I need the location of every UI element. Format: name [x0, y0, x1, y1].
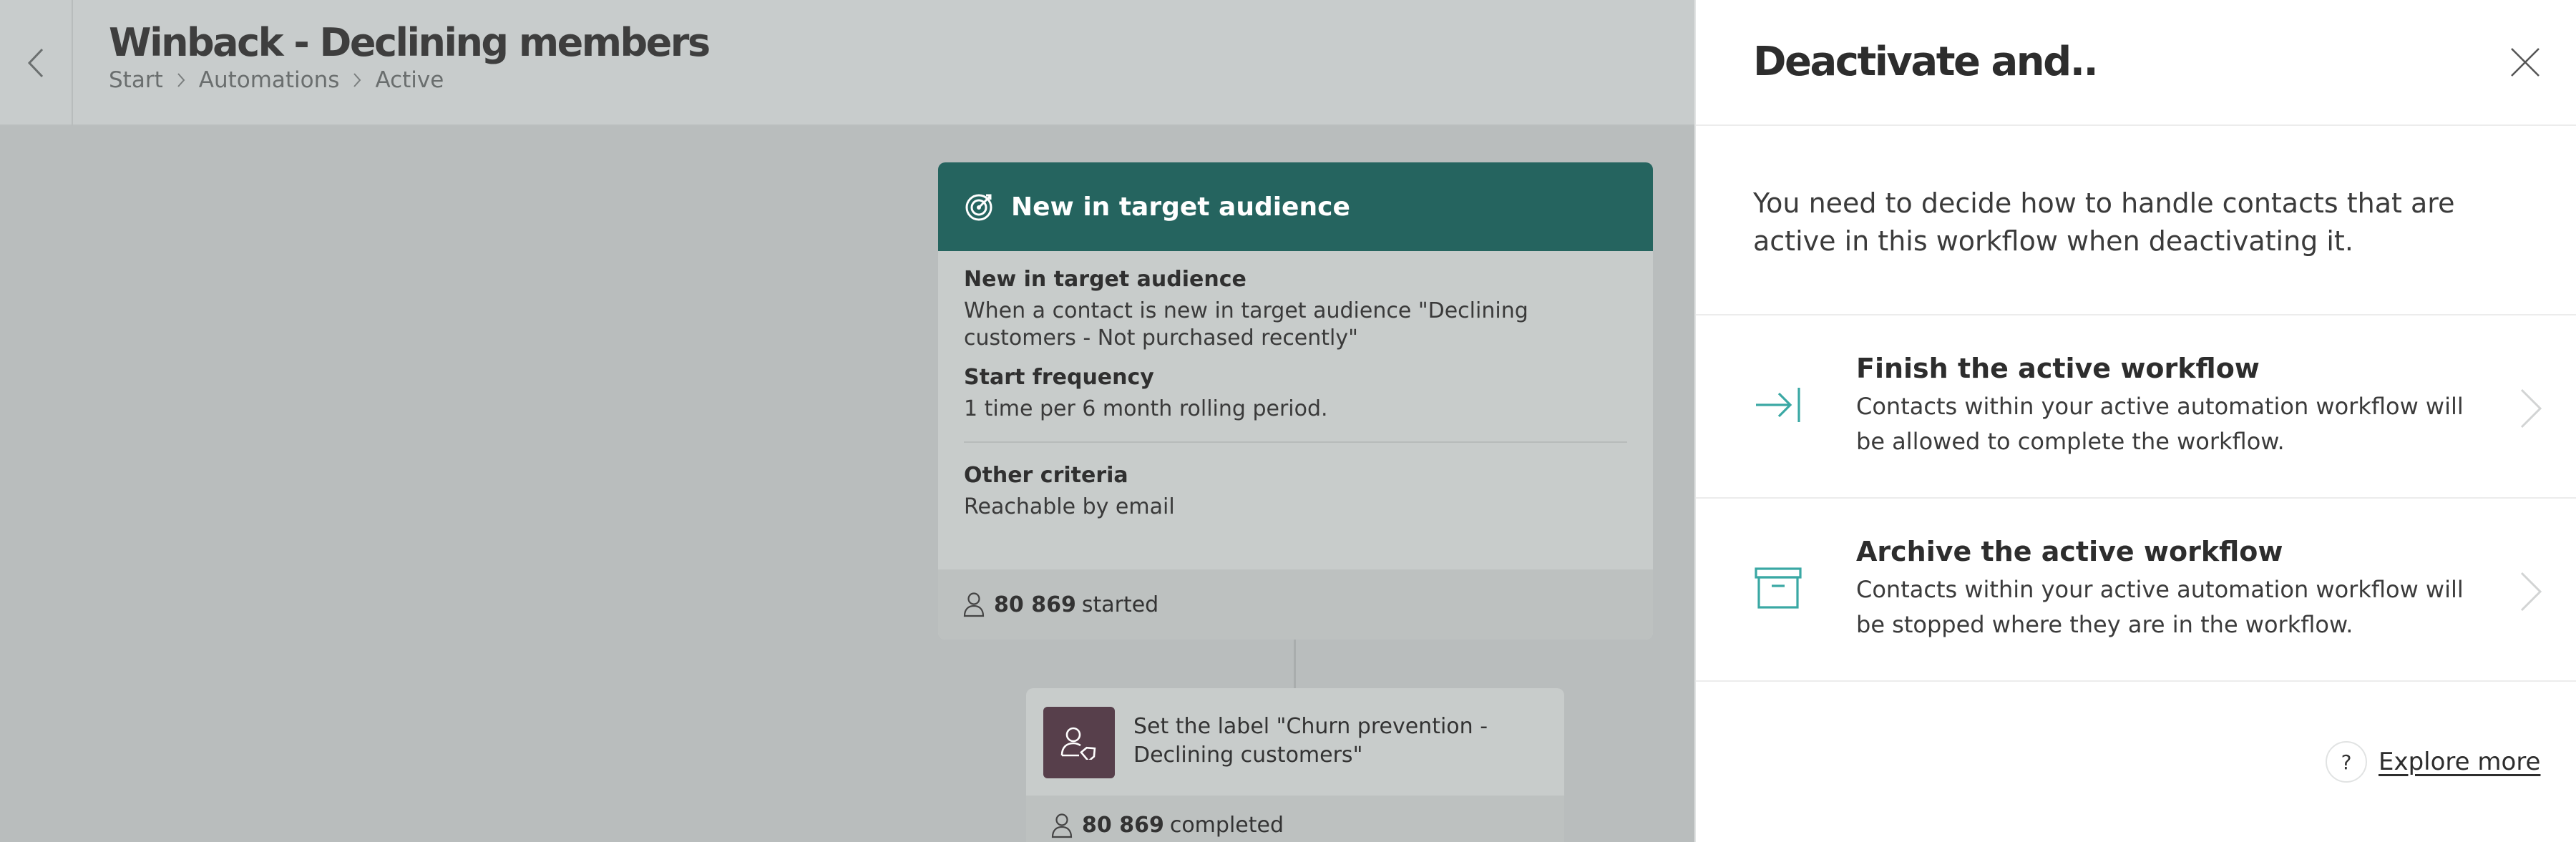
- action-node[interactable]: Set the label "Churn prevention - Declin…: [1026, 688, 1564, 842]
- page-title: Winback - Declining members: [109, 20, 711, 65]
- trigger-section-text: When a contact is new in target audience…: [964, 298, 1528, 351]
- target-icon: [965, 194, 992, 221]
- action-node-footer: 80 869 completed: [1026, 796, 1564, 842]
- archive-box-icon: [1753, 563, 1803, 613]
- other-criteria-text: Reachable by email: [964, 494, 1175, 519]
- close-button[interactable]: [2507, 44, 2543, 80]
- completed-label: completed: [1169, 813, 1284, 838]
- panel-description: You need to decide how to handle contact…: [1696, 126, 2576, 315]
- trigger-node-footer: 80 869 started: [938, 569, 1653, 640]
- breadcrumb-active: Active: [375, 67, 444, 93]
- archive-workflow-option[interactable]: Archive the active workflow Contacts wit…: [1696, 499, 2576, 682]
- trigger-node[interactable]: New in target audience New in target aud…: [938, 162, 1653, 640]
- trigger-node-title: New in target audience: [1011, 192, 1350, 222]
- explore-more-link[interactable]: Explore more: [2379, 748, 2540, 776]
- finish-workflow-option[interactable]: Finish the active workflow Contacts with…: [1696, 315, 2576, 499]
- help-icon: ?: [2326, 741, 2367, 783]
- other-criteria-label: Other criteria: [964, 463, 1128, 488]
- label-icon-box: [1043, 707, 1115, 778]
- chevron-right-icon: [2520, 388, 2542, 429]
- action-node-text: Set the label "Churn prevention - Declin…: [1133, 714, 1488, 768]
- divider: [964, 441, 1627, 443]
- panel-header: Deactivate and..: [1696, 0, 2576, 126]
- chevron-right-icon: [2520, 572, 2542, 612]
- option-description: Contacts within your active automation w…: [1856, 576, 2464, 638]
- trigger-section-label: New in target audience: [964, 267, 1246, 292]
- user-icon: [963, 592, 985, 617]
- option-title: Finish the active workflow: [1856, 353, 2260, 384]
- trigger-node-body: New in target audience When a contact is…: [938, 251, 1653, 521]
- close-icon: [2511, 48, 2540, 77]
- option-description: Contacts within your active automation w…: [1856, 393, 2464, 455]
- started-count: 80 869: [994, 592, 1076, 617]
- chevron-right-icon: [176, 72, 186, 89]
- started-label: started: [1081, 592, 1159, 617]
- start-frequency-text: 1 time per 6 month rolling period.: [964, 396, 1328, 421]
- back-button[interactable]: [0, 0, 73, 126]
- panel-title: Deactivate and..: [1753, 39, 2099, 85]
- breadcrumb-automations[interactable]: Automations: [199, 67, 340, 93]
- trigger-node-header: New in target audience: [938, 162, 1653, 251]
- option-title: Archive the active workflow: [1856, 536, 2283, 567]
- deactivate-panel: Deactivate and.. You need to decide how …: [1694, 0, 2576, 842]
- explore-more[interactable]: ? Explore more: [2326, 741, 2540, 783]
- workflow-connector: [1294, 640, 1296, 688]
- user-icon: [1051, 813, 1073, 838]
- breadcrumb: Start Automations Active: [109, 67, 444, 93]
- arrow-to-line-icon: [1753, 380, 1803, 430]
- breadcrumb-start[interactable]: Start: [109, 67, 163, 93]
- completed-count: 80 869: [1082, 813, 1164, 838]
- start-frequency-label: Start frequency: [964, 365, 1154, 390]
- chevron-right-icon: [352, 72, 362, 89]
- chevron-left-icon: [27, 48, 44, 78]
- user-tag-icon: [1060, 727, 1096, 760]
- top-bar: Winback - Declining members Start Automa…: [0, 0, 1694, 126]
